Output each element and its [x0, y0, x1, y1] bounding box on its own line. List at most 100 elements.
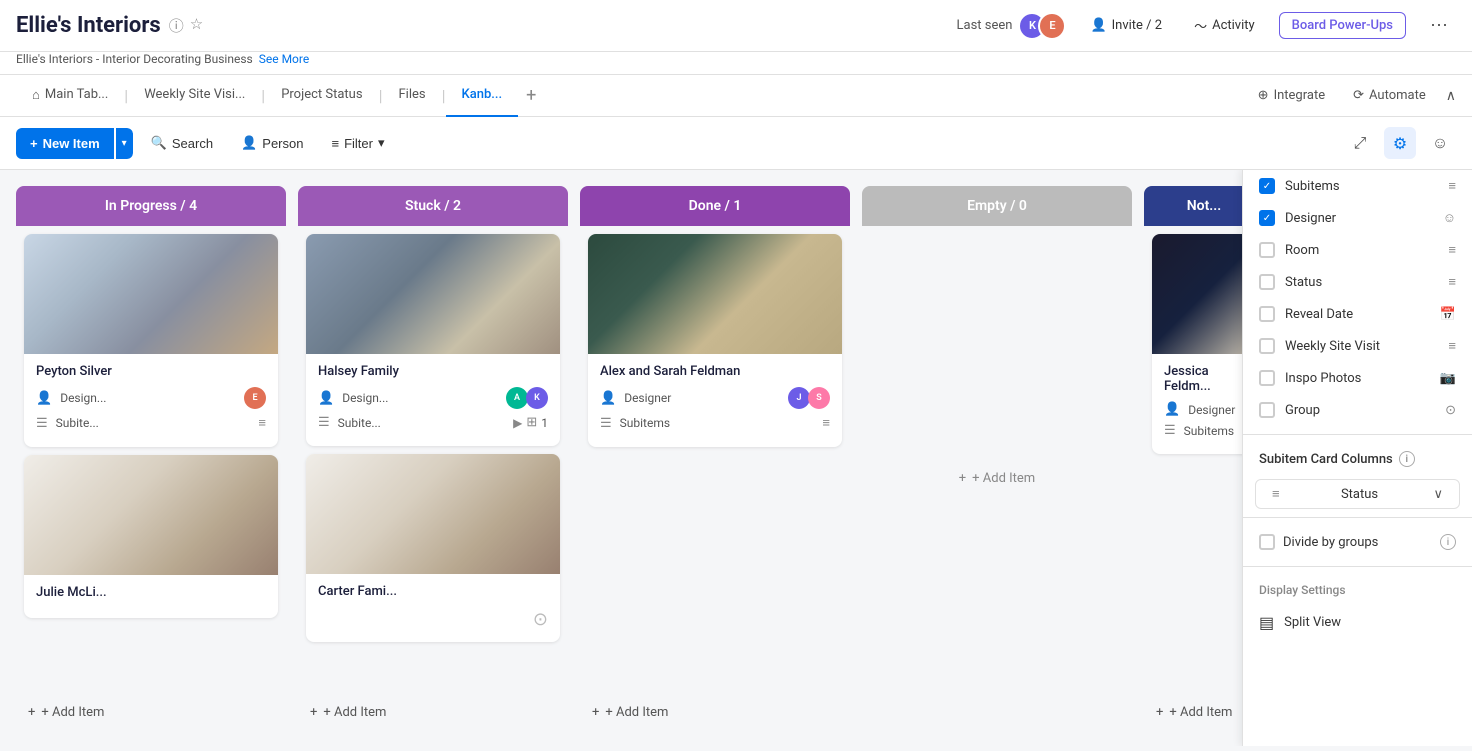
card-image-jessica — [1152, 234, 1256, 354]
divide-by-groups-row[interactable]: Divide by groups i — [1243, 526, 1472, 558]
subitem-list-icon: ≡ — [258, 415, 266, 431]
panel-item-group[interactable]: Group ⊙ — [1243, 394, 1472, 426]
invite-button[interactable]: 👤 Invite / 2 — [1082, 14, 1170, 37]
card-image-carter — [306, 454, 560, 574]
checkbox-reveal-date[interactable] — [1259, 306, 1275, 322]
tab-kanban[interactable]: Kanb... — [446, 75, 519, 117]
panel-icon-subitems: ≡ — [1448, 178, 1456, 194]
subitem-field-icon-halsey: ☰ — [318, 415, 330, 430]
card-jessica[interactable]: Jessica Feldm... 👤 Designer ☰ Subitems — [1152, 234, 1256, 454]
divide-info-icon[interactable]: i — [1440, 534, 1456, 550]
subitem-field-icon-feldman: ☰ — [600, 416, 612, 431]
split-view-row[interactable]: ▤ Split View — [1243, 605, 1472, 640]
checkbox-status[interactable] — [1259, 274, 1275, 290]
panel-item-room[interactable]: Room ≡ — [1243, 234, 1472, 266]
see-more-link[interactable]: See More — [259, 52, 309, 66]
panel-icon-inspo: 📷 — [1440, 371, 1456, 386]
panel-item-reveal-date[interactable]: Reveal Date 📅 — [1243, 298, 1472, 330]
mini-avatar-1: E — [244, 387, 266, 409]
split-view-label: Split View — [1284, 615, 1341, 630]
info-icon[interactable]: ⓘ — [169, 15, 184, 36]
new-item-dropdown[interactable]: ▾ — [116, 128, 133, 159]
panel-divider-2 — [1243, 517, 1472, 518]
integrate-button[interactable]: ⊕ Integrate — [1250, 84, 1333, 107]
add-item-done[interactable]: + + Add Item — [580, 695, 850, 730]
add-icon-empty: + — [959, 471, 966, 486]
checkbox-group[interactable] — [1259, 402, 1275, 418]
card-designer-avatars-halsey: A K — [506, 387, 548, 409]
panel-item-subitems[interactable]: ✓ Subitems ≡ — [1243, 170, 1472, 202]
card-peyton-silver[interactable]: Peyton Silver 👤 Design... E ☰ Subite... … — [24, 234, 278, 447]
panel-item-status[interactable]: Status ≡ — [1243, 266, 1472, 298]
tab-project-status[interactable]: Project Status — [265, 75, 378, 117]
card-body-feldman: Alex and Sarah Feldman 👤 Designer J S ☰ … — [588, 354, 842, 447]
subitem-arrow[interactable]: ▶ — [513, 416, 522, 430]
person-field-icon-feldman: 👤 — [600, 391, 616, 406]
add-item-stuck[interactable]: + + Add Item — [298, 695, 568, 730]
toolbar: + New Item ▾ 🔍 Search 👤 Person ≡ Filter … — [0, 117, 1472, 170]
card-body-jessica: Jessica Feldm... 👤 Designer ☰ Subitems — [1152, 354, 1256, 454]
panel-label-designer: Designer — [1285, 211, 1433, 226]
card-carter[interactable]: Carter Fami... ⊙ — [306, 454, 560, 642]
star-icon[interactable]: ☆ — [190, 15, 203, 36]
card-designer-avatar: E — [244, 387, 266, 409]
plus-icon: + — [30, 136, 38, 151]
automate-button[interactable]: ⟳ Automate — [1345, 84, 1434, 107]
card-halsey[interactable]: Halsey Family 👤 Design... A K ☰ Subite..… — [306, 234, 560, 446]
add-item-in-progress[interactable]: + + Add Item — [16, 695, 286, 730]
checkbox-subitems[interactable]: ✓ — [1259, 178, 1275, 194]
more-button[interactable]: ⋯ — [1422, 11, 1456, 40]
add-item-empty-center[interactable]: + + Add Item — [959, 451, 1035, 506]
card-feldman[interactable]: Alex and Sarah Feldman 👤 Designer J S ☰ … — [588, 234, 842, 447]
panel-icon-room: ≡ — [1448, 242, 1456, 258]
card-image-peyton — [24, 234, 278, 354]
person-icon: 👤 — [1090, 18, 1106, 33]
panel-item-weekly-visit[interactable]: Weekly Site Visit ≡ — [1243, 330, 1472, 362]
tab-files[interactable]: Files — [382, 75, 441, 117]
search-button[interactable]: 🔍 Search — [141, 129, 223, 157]
status-dropdown-chevron: ∨ — [1433, 487, 1443, 502]
subitem-field-icon: ☰ — [36, 416, 48, 431]
header-left: Ellie's Interiors ⓘ ☆ — [16, 13, 203, 38]
card-field-designer-jessica: 👤 Designer — [1164, 402, 1244, 417]
checkbox-inspo[interactable] — [1259, 370, 1275, 386]
filter-icon: ≡ — [331, 136, 339, 151]
card-field-subitem-jessica: ☰ Subitems — [1164, 423, 1244, 438]
column-body-empty: + + Add Item — [862, 226, 1132, 730]
kanban-board: In Progress / 4 Peyton Silver 👤 Design..… — [0, 170, 1472, 746]
checkbox-divide[interactable] — [1259, 534, 1275, 550]
expand-icon[interactable]: ⤢ — [1344, 127, 1376, 159]
person-button[interactable]: 👤 Person — [231, 129, 313, 157]
checkbox-designer[interactable]: ✓ — [1259, 210, 1275, 226]
checkbox-room[interactable] — [1259, 242, 1275, 258]
tab-add-button[interactable]: + — [518, 75, 544, 117]
split-view-icon: ▤ — [1259, 613, 1274, 632]
column-done: Done / 1 Alex and Sarah Feldman 👤 Design… — [580, 186, 850, 730]
panel-item-designer[interactable]: ✓ Designer ☺ — [1243, 202, 1472, 234]
tabs-bar: ⌂ Main Tab... | Weekly Site Visi... | Pr… — [0, 75, 1472, 117]
collapse-icon[interactable]: ∧ — [1446, 88, 1456, 104]
mini-avatar-halsey-2: K — [526, 387, 548, 409]
column-header-stuck: Stuck / 2 — [298, 186, 568, 226]
column-body-stuck: Halsey Family 👤 Design... A K ☰ Subite..… — [298, 226, 568, 695]
column-header-done: Done / 1 — [580, 186, 850, 226]
column-header-in-progress: In Progress / 4 — [16, 186, 286, 226]
status-column-dropdown[interactable]: ≡ Status ∨ — [1255, 479, 1460, 509]
tab-main[interactable]: ⌂ Main Tab... — [16, 75, 124, 117]
board-powerups-button[interactable]: Board Power-Ups — [1279, 12, 1406, 39]
filter-button[interactable]: ≡ Filter ▾ — [321, 129, 394, 157]
card-julie[interactable]: Julie McLi... — [24, 455, 278, 618]
new-item-button[interactable]: + New Item — [16, 128, 114, 159]
settings-icon[interactable]: ⚙ — [1384, 127, 1416, 159]
emoji-icon[interactable]: ☺ — [1424, 127, 1456, 159]
column-in-progress: In Progress / 4 Peyton Silver 👤 Design..… — [16, 186, 286, 730]
subitem-cols-info[interactable]: i — [1399, 451, 1415, 467]
panel-icon-designer: ☺ — [1443, 210, 1456, 226]
checkbox-weekly-visit[interactable] — [1259, 338, 1275, 354]
panel-item-inspo[interactable]: Inspo Photos 📷 — [1243, 362, 1472, 394]
tab-weekly[interactable]: Weekly Site Visi... — [128, 75, 261, 117]
person-field-icon-halsey: 👤 — [318, 391, 334, 406]
activity-button[interactable]: 〜 Activity — [1186, 12, 1263, 39]
panel-label-status: Status — [1285, 275, 1438, 290]
card-more-icon[interactable]: ⊙ — [533, 609, 548, 630]
